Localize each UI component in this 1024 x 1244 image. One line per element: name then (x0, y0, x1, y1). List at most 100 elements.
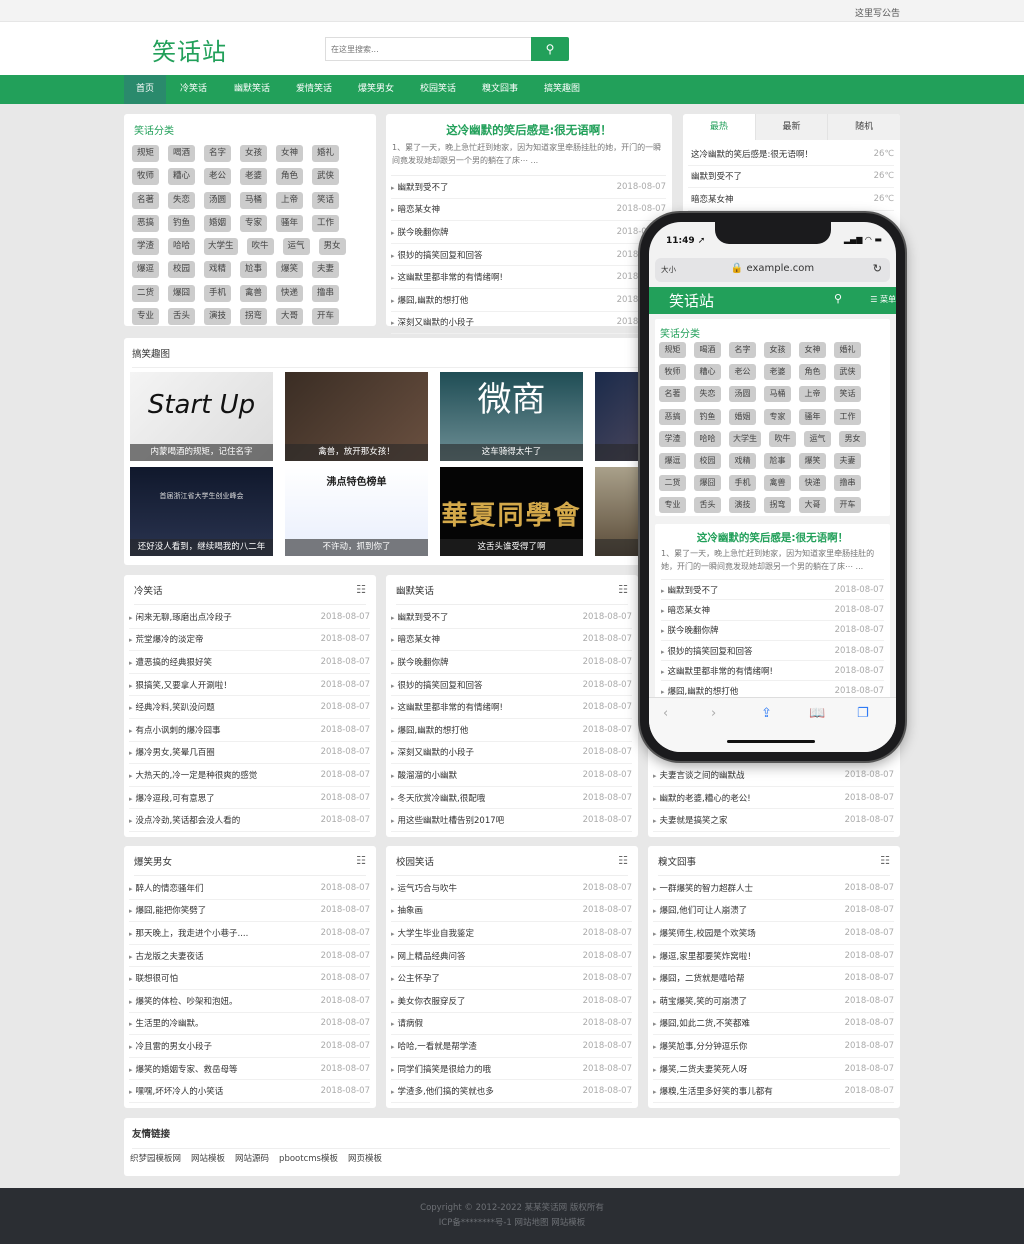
list-item[interactable]: 大热天的,冷一定是种很爽的感觉 2018-08-07 (129, 764, 370, 787)
list-item[interactable]: 朕今晚翻你牌 2018-08-07 (391, 651, 632, 674)
category-tag[interactable]: 上帝 (799, 386, 826, 403)
category-tag[interactable]: 运气 (282, 238, 310, 256)
item-title[interactable]: 请病假 (391, 1017, 424, 1029)
list-item[interactable]: 大学生毕业自我鉴定 2018-08-07 (391, 922, 632, 945)
category-tag[interactable]: 快递 (276, 284, 303, 302)
list-item[interactable]: 荒堂爆冷的淡定帝 2018-08-07 (129, 629, 370, 652)
picture-caption[interactable]: 内蒙喝酒的规矩，记住名字 (130, 444, 273, 461)
nav-item[interactable]: 冷笑话 (168, 75, 219, 104)
item-title[interactable]: 幽默到受不了 (391, 611, 449, 623)
category-tag[interactable]: 舌头 (694, 497, 721, 514)
category-tag[interactable]: 马桶 (764, 386, 791, 403)
item-title[interactable]: 爆囧,幽默的想打他 (661, 685, 739, 697)
list-item[interactable]: 深刻又幽默的小段子2018-08-07 (391, 312, 666, 335)
item-title[interactable]: 朕今晚翻你牌 (391, 226, 449, 238)
category-tag[interactable]: 钓鱼 (694, 408, 721, 425)
list-item[interactable]: 一群爆笑的智力超群人士 2018-08-07 (653, 877, 894, 900)
picture-caption[interactable]: 不许动，抓到你了 (285, 539, 428, 556)
category-tag[interactable]: 演技 (729, 497, 756, 514)
category-tag[interactable]: 手机 (729, 475, 756, 492)
category-tag[interactable]: 撸串 (312, 284, 339, 302)
item-title[interactable]: 幽默到受不了 (391, 181, 449, 193)
item-title[interactable]: 运气巧合与吹牛 (391, 882, 458, 894)
nav-item[interactable]: 爆笑男女 (346, 75, 406, 104)
category-tag[interactable]: 女孩 (240, 145, 267, 162)
list-item[interactable]: 爆囧,如此二货,不笑都难 2018-08-07 (653, 1013, 894, 1036)
category-tag[interactable]: 骚年 (799, 408, 826, 425)
list-item[interactable]: 爆囧,幽默的想打他2018-08-07 (391, 289, 666, 312)
list-item[interactable]: 深刻又幽默的小段子2018-08-07 (391, 742, 632, 765)
reload-icon[interactable]: ↻ (873, 262, 882, 275)
bookmarks-icon[interactable]: 📖 (809, 706, 825, 721)
category-tag[interactable]: 婚姻 (729, 408, 756, 425)
item-title[interactable]: 有点小讽刺的爆冷囧事 (129, 724, 221, 736)
list-item[interactable]: 古龙版之夫妻夜话 2018-08-07 (129, 945, 370, 968)
category-tag[interactable]: 角色 (799, 364, 826, 381)
item-title[interactable]: 遭恶搞的经典狠好笑 (129, 656, 213, 668)
category-tag[interactable]: 工作 (834, 408, 861, 425)
category-tag[interactable]: 撸串 (834, 475, 861, 492)
section-title[interactable]: 爆笑男女 (134, 854, 172, 868)
picture-card[interactable]: 華夏同學會 这舌头谁受得了啊 (440, 467, 583, 556)
category-tag[interactable]: 名字 (204, 145, 231, 162)
search-input[interactable] (325, 37, 531, 61)
list-item[interactable]: 朕今晚翻你牌 2018-08-07 (661, 621, 884, 641)
item-title[interactable]: 幽默的老婆,糟心的老公! (653, 792, 751, 804)
list-item[interactable]: 运气巧合与吹牛 2018-08-07 (391, 877, 632, 900)
category-tag[interactable]: 大学生 (729, 430, 761, 447)
item-title[interactable]: 大热天的,冷一定是种很爽的感觉 (129, 769, 258, 781)
list-item[interactable]: 经典冷料,笑趴没问题 2018-08-07 (129, 696, 370, 719)
category-tag[interactable]: 手机 (204, 284, 231, 302)
category-tag[interactable]: 夫妻 (312, 261, 339, 279)
item-title[interactable]: 爆笑的婚姻专家、救岳母等 (129, 1063, 238, 1075)
item-title[interactable]: 很妙的搞笑回复和回答 (661, 645, 753, 657)
forward-icon[interactable]: › (711, 706, 716, 721)
list-item[interactable]: 爆笑的婚姻专家、救岳母等 2018-08-07 (129, 1058, 370, 1081)
category-tag[interactable]: 牧师 (659, 364, 686, 381)
category-tag[interactable]: 骚年 (276, 214, 303, 232)
category-tag[interactable]: 笑话 (834, 386, 861, 403)
list-item[interactable]: 这冷幽默的笑后感是:很无语啊！ 26℃ (688, 143, 894, 166)
nav-item[interactable]: 首页 (124, 75, 167, 104)
category-tag[interactable]: 马桶 (240, 191, 267, 209)
category-tag[interactable]: 恶搞 (659, 408, 686, 425)
friend-link[interactable]: 网页模板 (348, 1152, 382, 1164)
item-title[interactable]: 没点冷劲,笑话都会没人看的 (129, 814, 241, 826)
category-tag[interactable]: 女孩 (764, 342, 791, 358)
friend-link[interactable]: 网站模板 (191, 1152, 225, 1164)
category-tag[interactable]: 男女 (318, 238, 346, 256)
item-title[interactable]: 幽默到受不了 (688, 170, 742, 182)
list-item[interactable]: 公主怀孕了 2018-08-07 (391, 967, 632, 990)
item-title[interactable]: 夫妻言谈之间的幽默战 (653, 769, 745, 781)
item-title[interactable]: 爆囧,幽默的想打他 (391, 724, 469, 736)
category-tag[interactable]: 拐弯 (764, 497, 791, 514)
category-tag[interactable]: 戏精 (204, 261, 231, 279)
list-item[interactable]: 爆冷逗段,可有意思了 2018-08-07 (129, 787, 370, 810)
friend-link[interactable]: pbootcms模板 (279, 1152, 338, 1164)
friend-link[interactable]: 网站源码 (235, 1152, 269, 1164)
category-tag[interactable]: 舌头 (168, 308, 195, 326)
list-item[interactable]: 萌宝爆笑,笑的可崩溃了 2018-08-07 (653, 990, 894, 1013)
item-title[interactable]: 同学们搞笑是很给力的哦 (391, 1063, 492, 1075)
list-item[interactable]: 网上精品经典问答 2018-08-07 (391, 945, 632, 968)
category-tag[interactable]: 大学生 (204, 238, 238, 256)
list-item[interactable]: 联想很可怕 2018-08-07 (129, 967, 370, 990)
item-title[interactable]: 荒堂爆冷的淡定帝 (129, 633, 204, 645)
list-item[interactable]: 有点小讽刺的爆冷囧事 2018-08-07 (129, 719, 370, 742)
category-tag[interactable]: 吹牛 (246, 238, 274, 256)
category-tag[interactable]: 大哥 (276, 308, 303, 326)
picture-caption[interactable]: 还好没人看到，继续喝我的八二年 (130, 539, 273, 556)
site-logo[interactable]: 笑话站 (152, 32, 227, 67)
item-title[interactable]: 深刻又幽默的小段子 (391, 746, 475, 758)
picture-caption[interactable]: 禽兽，放开那女孩！ (285, 444, 428, 461)
list-item[interactable]: 幽默到受不了 2018-08-07 (391, 606, 632, 629)
list-item[interactable]: 幽默到受不了 2018-08-07 (661, 580, 884, 601)
nav-item[interactable]: 校园笑话 (408, 75, 468, 104)
item-title[interactable]: 学渣多,他们搞的笑就也多 (391, 1085, 494, 1097)
phone-address-bar[interactable]: 大小 🔒 example.com ↻ (655, 258, 890, 282)
list-item[interactable]: 这幽默里都非常的有情绪啊! 2018-08-07 (391, 696, 632, 719)
list-item[interactable]: 幽默到受不了 26℃ (688, 166, 894, 188)
category-tag[interactable]: 工作 (312, 214, 339, 232)
section-title[interactable]: 糗文囧事 (658, 854, 696, 868)
category-tag[interactable]: 拐弯 (240, 308, 267, 326)
